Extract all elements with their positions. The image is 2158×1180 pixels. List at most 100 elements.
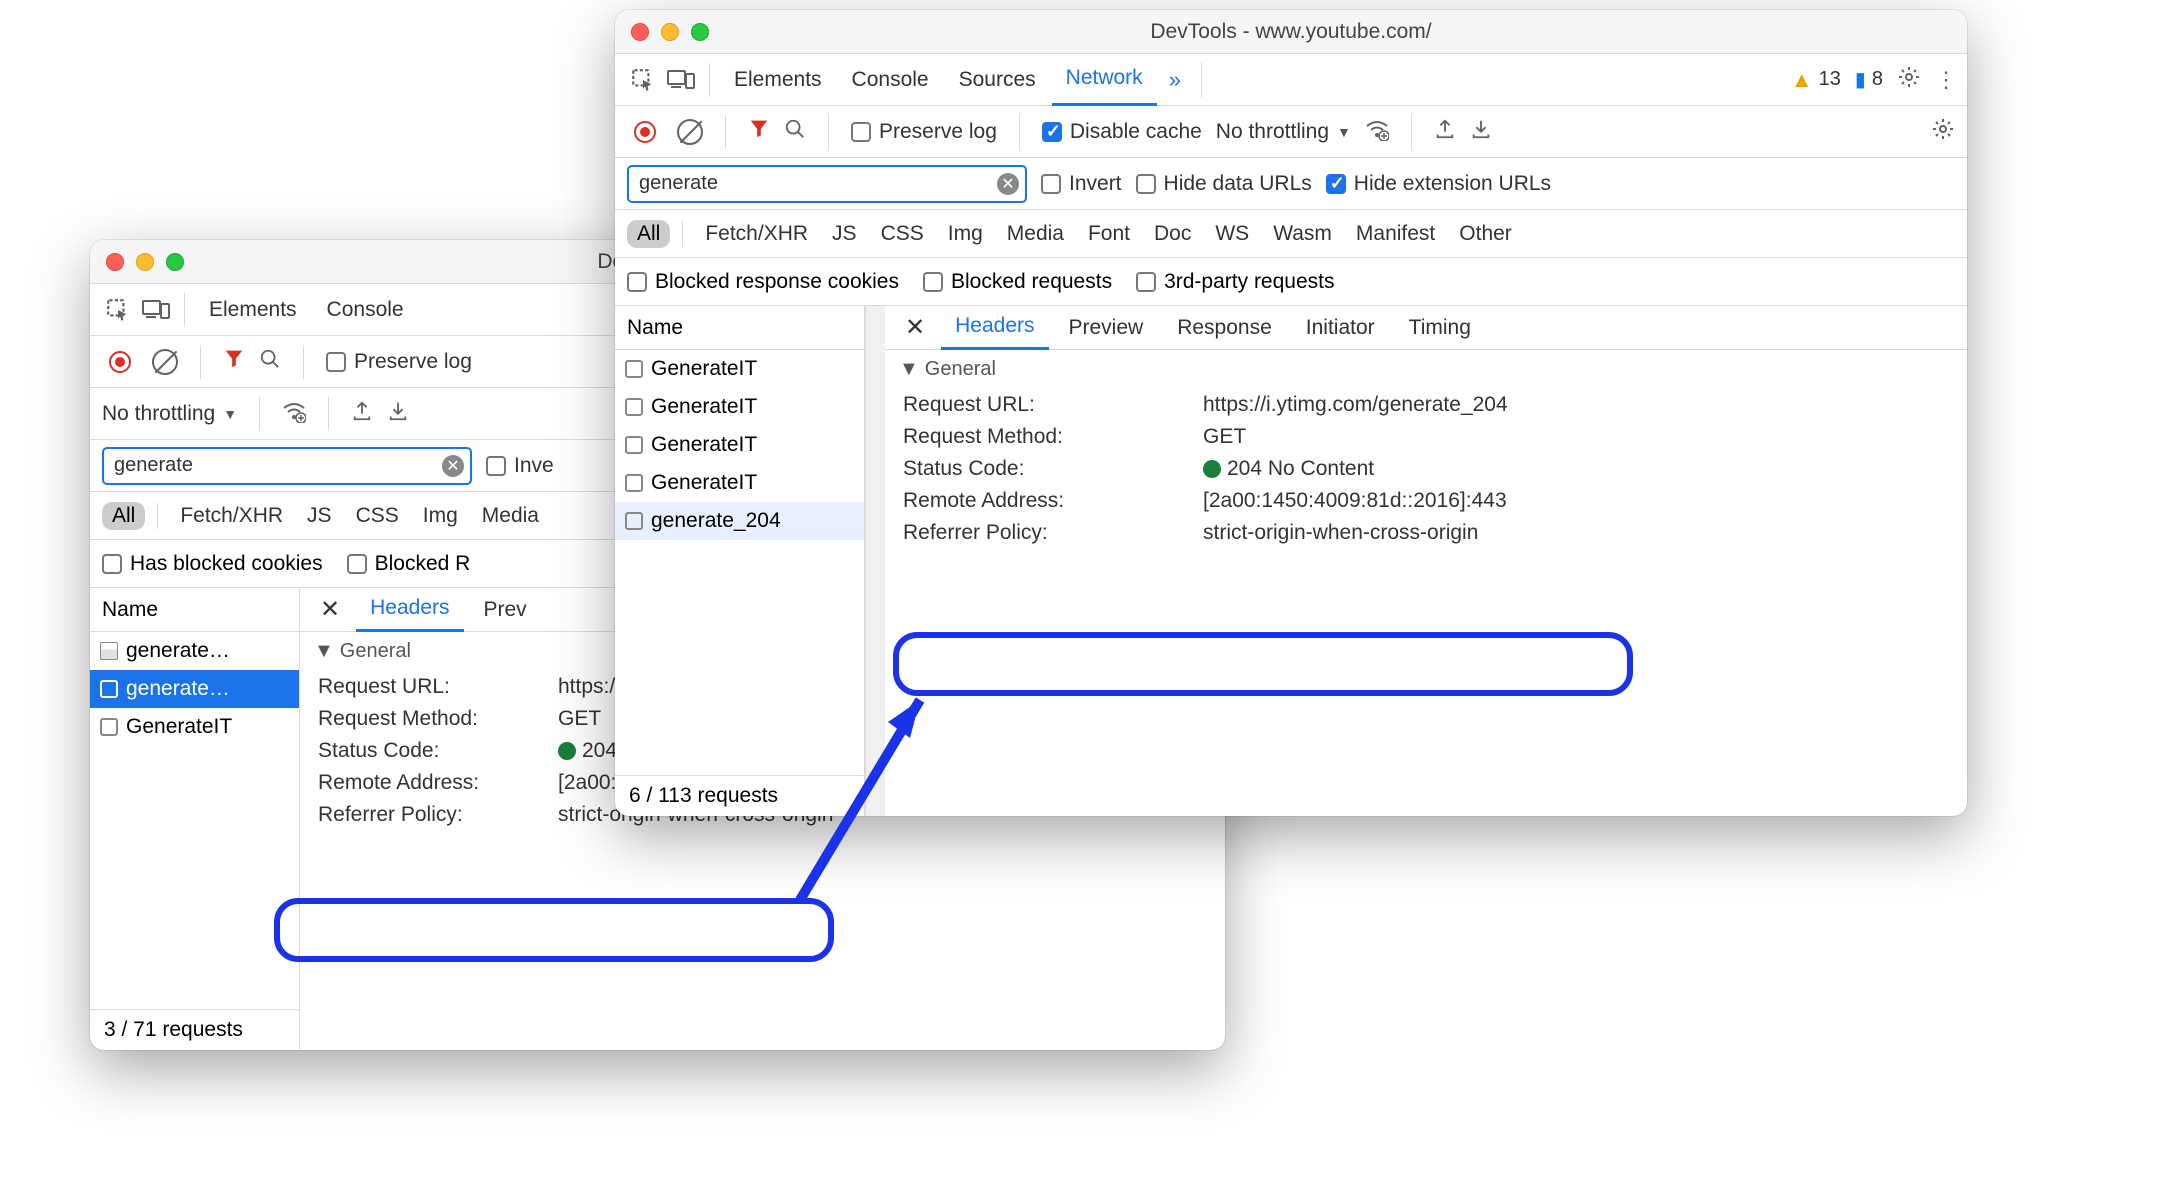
clear-button[interactable] — [152, 349, 178, 375]
type-all[interactable]: All — [102, 502, 145, 530]
settings-icon[interactable] — [1897, 65, 1921, 95]
close-icon[interactable]: ✕ — [895, 313, 935, 342]
type-css[interactable]: CSS — [871, 220, 934, 248]
third-party-requests-checkbox[interactable]: 3rd-party requests — [1136, 270, 1334, 294]
tab-console[interactable]: Console — [313, 284, 418, 336]
type-doc[interactable]: Doc — [1144, 220, 1201, 248]
network-settings-icon[interactable] — [1931, 117, 1955, 147]
device-toggle-icon[interactable] — [663, 62, 699, 98]
tab-network[interactable]: Network — [1052, 54, 1157, 106]
request-row[interactable]: GenerateIT — [615, 350, 864, 388]
inspect-icon[interactable] — [625, 62, 661, 98]
more-menu-icon[interactable]: ⋮ — [1935, 67, 1957, 93]
tab-timing[interactable]: Timing — [1395, 306, 1485, 350]
invert-checkbox[interactable]: Inve — [486, 454, 554, 478]
status-dot-icon — [558, 742, 576, 760]
clear-filter-icon[interactable]: ✕ — [442, 455, 464, 477]
tab-headers[interactable]: Headers — [941, 306, 1048, 350]
type-media[interactable]: Media — [472, 502, 549, 530]
request-icon — [625, 360, 643, 378]
tab-headers[interactable]: Headers — [356, 588, 463, 632]
tab-preview[interactable]: Prev — [470, 588, 541, 632]
hide-extension-urls-checkbox[interactable]: Hide extension URLs — [1326, 172, 1551, 196]
record-button[interactable] — [102, 344, 138, 380]
export-har-icon[interactable] — [351, 400, 373, 428]
type-img[interactable]: Img — [938, 220, 993, 248]
invert-checkbox[interactable]: Invert — [1041, 172, 1122, 196]
close-icon[interactable]: ✕ — [310, 595, 350, 624]
inspect-icon[interactable] — [100, 292, 136, 328]
scrollbar[interactable] — [865, 306, 885, 816]
has-blocked-cookies-checkbox[interactable]: Has blocked cookies — [102, 552, 323, 576]
name-column-header[interactable]: Name — [615, 306, 864, 350]
network-conditions-icon[interactable] — [1365, 117, 1389, 147]
record-button[interactable] — [627, 114, 663, 150]
devtools-tab-bar: Elements Console Sources Network » ▲13 ▮… — [615, 54, 1967, 106]
request-row[interactable]: GenerateIT — [615, 464, 864, 502]
clear-button[interactable] — [677, 119, 703, 145]
blocked-row: Blocked response cookies Blocked request… — [615, 258, 1967, 306]
search-icon[interactable] — [259, 348, 281, 376]
status-dot-icon — [1203, 460, 1221, 478]
tab-preview[interactable]: Preview — [1055, 306, 1158, 350]
type-media[interactable]: Media — [997, 220, 1074, 248]
name-column-header[interactable]: Name — [90, 588, 299, 632]
type-manifest[interactable]: Manifest — [1346, 220, 1445, 248]
type-all[interactable]: All — [627, 220, 670, 248]
device-toggle-icon[interactable] — [138, 292, 174, 328]
throttling-dropdown[interactable]: No throttling ▼ — [1216, 120, 1351, 144]
type-other[interactable]: Other — [1449, 220, 1522, 248]
request-row[interactable]: GenerateIT — [615, 426, 864, 464]
filter-input[interactable] — [627, 165, 1027, 203]
request-icon — [625, 474, 643, 492]
preserve-log-checkbox[interactable]: Preserve log — [851, 120, 997, 144]
tab-sources[interactable]: Sources — [945, 54, 1050, 106]
tab-initiator[interactable]: Initiator — [1292, 306, 1389, 350]
export-har-icon[interactable] — [1434, 118, 1456, 146]
throttling-dropdown[interactable]: No throttling ▼ — [102, 402, 237, 426]
request-icon — [100, 642, 118, 660]
search-icon[interactable] — [784, 118, 806, 146]
tab-console[interactable]: Console — [838, 54, 943, 106]
type-ws[interactable]: WS — [1205, 220, 1259, 248]
request-row[interactable]: generate_204 — [615, 502, 864, 540]
type-js[interactable]: JS — [822, 220, 867, 248]
filter-icon[interactable] — [748, 117, 770, 146]
tab-elements[interactable]: Elements — [195, 284, 311, 336]
general-section[interactable]: ▼General — [885, 350, 1967, 389]
request-icon — [100, 680, 118, 698]
import-har-icon[interactable] — [387, 400, 409, 428]
import-har-icon[interactable] — [1470, 118, 1492, 146]
request-row[interactable]: generate… — [90, 670, 299, 708]
request-row[interactable]: GenerateIT — [615, 388, 864, 426]
requests-summary: 3 / 71 requests — [90, 1009, 299, 1050]
hide-data-urls-checkbox[interactable]: Hide data URLs — [1136, 172, 1312, 196]
request-row[interactable]: GenerateIT — [90, 708, 299, 746]
blocked-requests-checkbox[interactable]: Blocked requests — [923, 270, 1112, 294]
type-img[interactable]: Img — [413, 502, 468, 530]
type-wasm[interactable]: Wasm — [1263, 220, 1342, 248]
filter-row: ✕ Invert Hide data URLs Hide extension U… — [615, 158, 1967, 210]
blocked-response-cookies-checkbox[interactable]: Blocked response cookies — [627, 270, 899, 294]
filter-input[interactable] — [102, 447, 472, 485]
titlebar: DevTools - www.youtube.com/ — [615, 10, 1967, 54]
filter-icon[interactable] — [223, 347, 245, 376]
more-tabs-icon[interactable]: » — [1159, 67, 1191, 93]
tab-elements[interactable]: Elements — [720, 54, 836, 106]
network-conditions-icon[interactable] — [282, 399, 306, 429]
messages-count[interactable]: ▮8 — [1855, 67, 1883, 92]
requests-summary: 6 / 113 requests — [615, 775, 864, 816]
request-row[interactable]: generate… — [90, 632, 299, 670]
tab-response[interactable]: Response — [1163, 306, 1286, 350]
disable-cache-checkbox[interactable]: Disable cache — [1042, 120, 1202, 144]
type-js[interactable]: JS — [297, 502, 342, 530]
type-font[interactable]: Font — [1078, 220, 1140, 248]
blocked-req-checkbox[interactable]: Blocked R — [347, 552, 471, 576]
type-fetch-xhr[interactable]: Fetch/XHR — [695, 220, 818, 248]
type-fetch-xhr[interactable]: Fetch/XHR — [170, 502, 293, 530]
clear-filter-icon[interactable]: ✕ — [997, 173, 1019, 195]
preserve-log-checkbox[interactable]: Preserve log — [326, 350, 472, 374]
warnings-count[interactable]: ▲13 — [1791, 67, 1841, 93]
type-css[interactable]: CSS — [346, 502, 409, 530]
detail-tabs: ✕ Headers Preview Response Initiator Tim… — [885, 306, 1967, 350]
